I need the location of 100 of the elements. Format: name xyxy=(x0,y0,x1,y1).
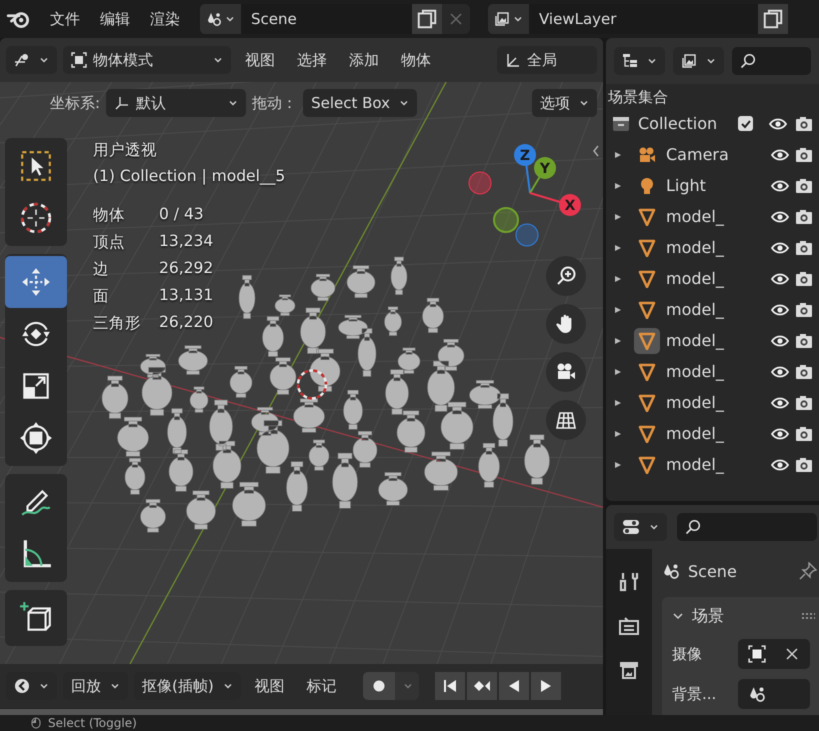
printer-icon[interactable] xyxy=(618,659,640,681)
camera-render-icon[interactable] xyxy=(795,424,813,442)
filter-button[interactable] xyxy=(673,47,724,75)
search-field[interactable] xyxy=(677,513,817,541)
expand-arrow-icon[interactable] xyxy=(614,336,622,344)
axes-icon xyxy=(14,52,30,68)
scene-name-field[interactable]: Scene xyxy=(241,4,412,34)
expand-arrow-icon[interactable] xyxy=(614,212,622,220)
scene-type-button[interactable] xyxy=(200,4,241,34)
camera-render-icon[interactable] xyxy=(795,208,813,226)
menu-item[interactable]: 物体 xyxy=(393,46,439,74)
object-field[interactable] xyxy=(738,639,810,669)
outliner-item[interactable]: Collection xyxy=(638,114,730,133)
zoom-button[interactable] xyxy=(546,256,586,296)
play-button[interactable] xyxy=(530,672,561,700)
outliner-item[interactable]: Light xyxy=(666,176,765,195)
mouse-icon xyxy=(30,717,42,729)
camera-render-icon[interactable] xyxy=(795,114,813,132)
menu-item[interactable]: 编辑 xyxy=(92,6,138,32)
view-layer-type-button[interactable] xyxy=(488,4,529,34)
outliner-item[interactable]: model_ xyxy=(666,331,765,350)
mode-dropdown[interactable]: 物体模式 xyxy=(63,46,231,74)
chevron-icon xyxy=(513,14,523,24)
menu-item[interactable]: 视图 xyxy=(246,672,293,700)
menu-item[interactable]: 文件 xyxy=(42,6,88,32)
outliner-item[interactable]: model_ xyxy=(666,238,765,257)
object-mode-icon xyxy=(71,52,87,68)
camera-render-icon[interactable] xyxy=(795,146,813,164)
editor-type-button[interactable] xyxy=(6,46,57,74)
camera-render-icon[interactable] xyxy=(795,394,813,412)
outliner-item[interactable]: model_ xyxy=(666,362,765,381)
orientation-label: 坐标系: xyxy=(50,94,100,112)
expand-arrow-icon[interactable] xyxy=(614,150,622,158)
expand-arrow-icon[interactable] xyxy=(614,430,622,438)
jump-start-button[interactable] xyxy=(434,672,465,700)
ortho-grid-button[interactable] xyxy=(546,400,586,440)
expand-arrow-icon[interactable] xyxy=(614,398,622,406)
triangle-mesh-icon xyxy=(638,362,656,380)
outliner-item[interactable]: model_ xyxy=(666,300,765,319)
record-button[interactable] xyxy=(362,672,395,700)
expand-arrow-icon[interactable] xyxy=(614,306,622,314)
orientation-dropdown[interactable]: 默认 xyxy=(106,89,246,117)
expand-arrow-icon[interactable] xyxy=(614,244,622,252)
expand-arrow-icon[interactable] xyxy=(614,182,622,190)
search-field[interactable] xyxy=(732,47,811,75)
drag-handle-icon[interactable] xyxy=(801,613,815,619)
outliner-item[interactable]: Camera xyxy=(666,145,765,164)
camera-render-icon[interactable] xyxy=(795,270,813,288)
cursor-icon xyxy=(19,201,53,235)
menu-item[interactable]: 渲染 xyxy=(142,6,188,32)
camera-render-icon[interactable] xyxy=(795,300,813,318)
copy-icon[interactable] xyxy=(758,4,788,34)
expand-arrow-icon[interactable] xyxy=(614,274,622,282)
display-mode-button[interactable] xyxy=(614,47,665,75)
menu-item[interactable]: 添加 xyxy=(341,46,387,74)
toggle-switch-icon xyxy=(622,518,640,536)
expand-arrow-icon[interactable] xyxy=(614,460,622,468)
copy-icon[interactable] xyxy=(412,4,442,34)
triangle-mesh-icon xyxy=(638,300,656,318)
camera-render-icon[interactable] xyxy=(795,176,813,194)
render-icon[interactable] xyxy=(618,615,640,637)
camera-view-button[interactable] xyxy=(546,352,586,392)
options-dropdown[interactable]: 选项 xyxy=(532,89,597,117)
outliner-item[interactable]: model_ xyxy=(666,207,765,226)
camera-render-icon[interactable] xyxy=(795,332,813,350)
close-icon[interactable] xyxy=(784,646,800,662)
view-layer-name-field[interactable]: ViewLayer xyxy=(529,4,758,34)
jump-keyframe-button[interactable] xyxy=(466,672,497,700)
drag-dropdown[interactable]: Select Box xyxy=(303,89,417,117)
object-field[interactable] xyxy=(738,679,810,709)
chevron-icon xyxy=(213,55,223,65)
panel-title[interactable]: 场景 xyxy=(692,606,724,626)
expand-arrow-icon[interactable] xyxy=(614,368,622,376)
editor-type-button[interactable] xyxy=(614,513,667,541)
outliner-item[interactable]: model_ xyxy=(666,455,765,474)
object-type-button[interactable] xyxy=(634,328,660,354)
menu-item[interactable]: 视图 xyxy=(237,46,283,74)
triangle-mesh-icon xyxy=(638,208,656,226)
outliner-item[interactable]: model_ xyxy=(666,269,765,288)
play-reverse-button[interactable] xyxy=(498,672,529,700)
menu-item[interactable]: 选择 xyxy=(289,46,335,74)
transform-orientation-dropdown[interactable]: 全局 xyxy=(497,46,597,74)
stat-value: 13,131 xyxy=(159,286,214,306)
camera-render-icon[interactable] xyxy=(795,456,813,474)
field-label: 摄像 xyxy=(672,644,703,664)
chevron-icon xyxy=(649,522,659,532)
outliner-item[interactable]: model_ xyxy=(666,424,765,443)
scene-collection-label: 场景集合 xyxy=(607,87,669,108)
camera-render-icon[interactable] xyxy=(795,238,813,256)
axis-gizmo[interactable]: Z Y X xyxy=(460,130,590,255)
stat-label: 三角形 xyxy=(93,313,142,334)
tool-icon[interactable] xyxy=(618,571,640,593)
checkbox[interactable] xyxy=(738,116,753,131)
triangle-mesh-icon xyxy=(638,332,656,350)
outliner-item[interactable]: model_ xyxy=(666,393,765,412)
menu-item[interactable]: 标记 xyxy=(298,672,345,700)
record-icon xyxy=(370,678,387,694)
camera-render-icon[interactable] xyxy=(795,362,813,380)
pan-button[interactable] xyxy=(546,304,586,344)
pin-icon[interactable] xyxy=(799,562,817,580)
